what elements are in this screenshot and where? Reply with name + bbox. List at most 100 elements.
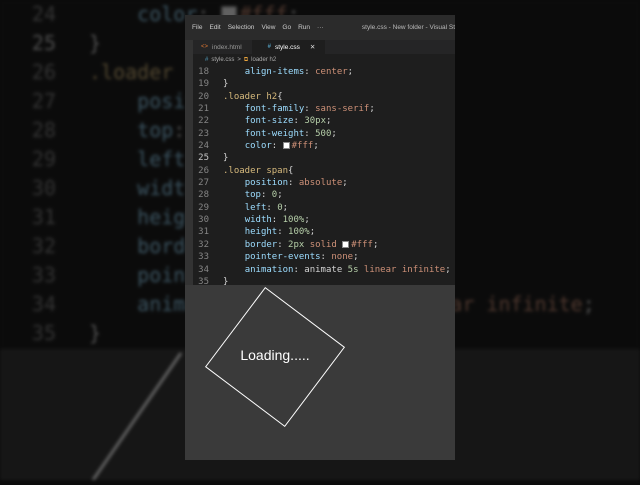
code-token: 500 bbox=[315, 128, 332, 139]
css-file-icon: # bbox=[205, 57, 209, 63]
code-token: ; bbox=[353, 252, 359, 263]
symbol-icon: ⧉ bbox=[243, 56, 249, 63]
menu-bar: File Edit Selection View Go Run ··· styl… bbox=[185, 15, 455, 40]
line-number: 31 bbox=[198, 227, 209, 238]
breadcrumb-separator: > bbox=[237, 57, 241, 63]
code-line[interactable]: 32 border: 2px solid #fff; bbox=[193, 239, 455, 251]
line-number: 27 bbox=[31, 89, 56, 113]
line-number: 22 bbox=[198, 116, 209, 127]
code-text: font-family: sans-serif; bbox=[223, 103, 375, 115]
code-line[interactable]: 24 color: #fff; bbox=[193, 140, 455, 152]
code-token: #fff bbox=[291, 141, 314, 152]
code-token: solid bbox=[309, 239, 337, 250]
line-number: 28 bbox=[198, 190, 209, 201]
window-title: style.css - New folder - Visual St bbox=[361, 24, 455, 31]
code-line[interactable]: 34 animation: animate 5s linear infinite… bbox=[193, 264, 455, 276]
code-token: { bbox=[277, 91, 283, 102]
menu-file[interactable]: File bbox=[192, 24, 202, 31]
code-token: ; bbox=[282, 202, 289, 213]
code-token: top bbox=[244, 190, 261, 201]
code-token: 100% bbox=[282, 215, 305, 226]
code-line[interactable]: 22 font-size: 30px; bbox=[193, 115, 455, 127]
code-token: 2px bbox=[288, 239, 305, 250]
code-line[interactable]: 30 width: 100%; bbox=[193, 214, 455, 226]
code-text: border: 2px solid #fff; bbox=[223, 239, 379, 251]
code-token: } bbox=[89, 321, 102, 345]
code-token: : bbox=[271, 215, 283, 226]
line-number: 24 bbox=[198, 141, 209, 152]
code-token: : bbox=[277, 227, 289, 238]
code-line[interactable]: 21 font-family: sans-serif; bbox=[193, 103, 455, 115]
breadcrumb-symbol[interactable]: loader h2 bbox=[251, 57, 276, 63]
code-editor[interactable]: 18 align-items: center; 19} 20 .loader h2{2… bbox=[193, 66, 455, 288]
code-token: 5s bbox=[347, 264, 359, 275]
tab-style-css[interactable]: # style.css ✕ bbox=[251, 40, 326, 54]
breadcrumb-file[interactable]: style.css bbox=[211, 57, 234, 63]
line-number: 24 bbox=[31, 2, 56, 26]
menu-go[interactable]: Go bbox=[282, 24, 291, 31]
menu-view[interactable]: View bbox=[261, 24, 275, 31]
color-swatch-icon bbox=[342, 240, 350, 248]
line-number: 28 bbox=[31, 118, 56, 142]
code-token: position bbox=[244, 178, 289, 189]
code-token: : bbox=[304, 104, 316, 115]
html-file-icon: <> bbox=[201, 44, 209, 50]
code-token: linear infinite bbox=[363, 264, 446, 275]
code-text: font-size: 30px; bbox=[223, 115, 332, 127]
close-icon[interactable]: ✕ bbox=[310, 43, 315, 51]
code-line[interactable]: 28 top: 0; bbox=[193, 189, 455, 201]
menu-more[interactable]: ··· bbox=[317, 24, 324, 31]
code-token: pointer-events bbox=[244, 252, 321, 263]
code-token: ; bbox=[331, 128, 337, 139]
tab-bar: <> index.html # style.css ✕ bbox=[185, 40, 455, 54]
code-text: position: absolute; bbox=[223, 177, 348, 189]
code-line[interactable]: 33 pointer-events: none; bbox=[193, 251, 455, 263]
code-token: ; bbox=[372, 239, 379, 250]
code-line[interactable]: 18 align-items: center; bbox=[193, 66, 455, 78]
code-line[interactable]: 19} bbox=[193, 78, 455, 90]
code-token: border bbox=[244, 239, 278, 250]
menu-run[interactable]: Run bbox=[298, 24, 310, 31]
code-token: ; bbox=[313, 141, 319, 152]
menu-selection[interactable]: Selection bbox=[228, 24, 255, 31]
code-line[interactable]: 23 font-weight: 500; bbox=[193, 128, 455, 140]
code-line[interactable]: 26 .loader span{ bbox=[193, 165, 455, 177]
code-text: color: #fff; bbox=[223, 140, 319, 152]
code-text: pointer-events: none; bbox=[223, 251, 359, 263]
code-line[interactable]: 31 height: 100%; bbox=[193, 226, 455, 238]
tab-index-html[interactable]: <> index.html bbox=[185, 40, 252, 54]
menu-edit[interactable]: Edit bbox=[209, 24, 220, 31]
code-token: : bbox=[320, 252, 332, 263]
code-line[interactable]: 29 left: 0; bbox=[193, 202, 455, 214]
code-token: ; bbox=[277, 190, 283, 201]
code-token: ; bbox=[347, 67, 354, 77]
code-line[interactable]: 20 .loader h2{ bbox=[193, 91, 455, 103]
code-line[interactable]: 25} bbox=[193, 152, 455, 164]
browser-preview: Loading..... bbox=[185, 285, 455, 460]
code-token: : bbox=[288, 178, 299, 189]
line-number: 31 bbox=[31, 205, 56, 229]
code-text: } bbox=[223, 152, 228, 164]
code-token: left bbox=[244, 202, 267, 213]
tab-label: index.html bbox=[212, 43, 242, 51]
code-token: : bbox=[260, 190, 272, 201]
code-text: height: 100%; bbox=[223, 226, 315, 238]
code-line[interactable]: 27 position: absolute; bbox=[193, 177, 455, 189]
code-token: ; bbox=[369, 104, 375, 115]
code-token: width bbox=[244, 215, 272, 226]
breadcrumb: # style.css > ⧉ loader h2 bbox=[185, 54, 455, 66]
